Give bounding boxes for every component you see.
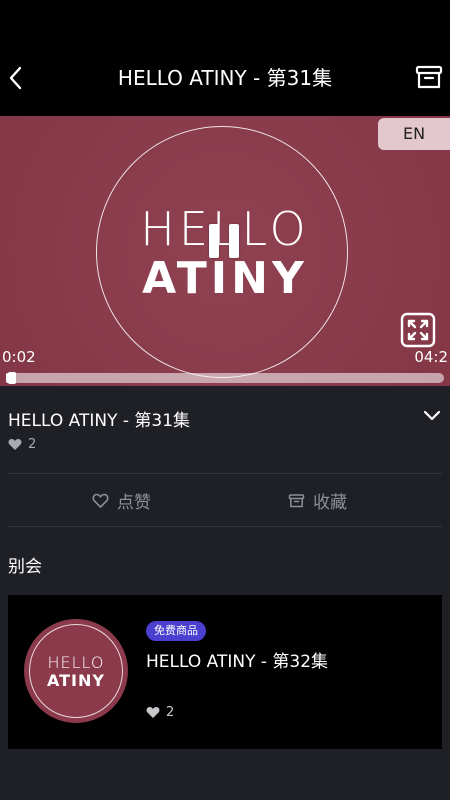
related-thumbnail: HELLO ATINY bbox=[24, 619, 128, 723]
related-episode-card[interactable]: HELLO ATINY 免费商品 HELLO ATINY - 第32集 2 bbox=[8, 595, 442, 749]
pause-icon[interactable] bbox=[209, 224, 241, 258]
like-button[interactable]: 点赞 bbox=[92, 486, 151, 514]
status-bar bbox=[0, 0, 450, 40]
related-title: HELLO ATINY - 第32集 bbox=[146, 652, 329, 672]
divider bbox=[8, 526, 442, 527]
top-bar: HELLO ATINY - 第31集 bbox=[0, 40, 450, 116]
collect-button[interactable]: 收藏 bbox=[288, 486, 347, 514]
episode-likes-count: 2 bbox=[28, 437, 37, 452]
video-player[interactable]: EN HELLO ATINY 0:02 04:2 bbox=[0, 116, 450, 386]
progress-thumb[interactable] bbox=[8, 372, 17, 384]
episode-likes: 2 bbox=[8, 437, 36, 452]
heart-outline-icon bbox=[92, 493, 109, 508]
video-logo-atiny: ATINY bbox=[142, 253, 308, 304]
collect-button-label: 收藏 bbox=[313, 492, 347, 513]
archive-icon[interactable] bbox=[414, 62, 444, 92]
thumbnail-atiny: ATINY bbox=[47, 671, 105, 690]
free-badge: 免费商品 bbox=[146, 621, 206, 641]
like-button-label: 点赞 bbox=[117, 492, 151, 513]
back-icon[interactable] bbox=[4, 60, 28, 96]
page-title: HELLO ATINY - 第31集 bbox=[117, 66, 333, 90]
progress-bar[interactable] bbox=[6, 372, 444, 384]
related-likes: 2 bbox=[146, 705, 174, 720]
related-likes-count: 2 bbox=[166, 705, 175, 720]
thumbnail-hello: HELLO bbox=[47, 653, 105, 672]
fullscreen-icon[interactable] bbox=[400, 312, 436, 348]
episode-title: HELLO ATINY - 第31集 bbox=[8, 411, 191, 431]
time-total: 04:2 bbox=[414, 348, 448, 366]
box-icon bbox=[288, 493, 305, 507]
chevron-down-icon[interactable] bbox=[422, 406, 442, 426]
time-current: 0:02 bbox=[2, 348, 36, 366]
language-badge[interactable]: EN bbox=[378, 118, 450, 150]
divider bbox=[8, 473, 442, 474]
heart-icon bbox=[146, 707, 160, 718]
heart-icon bbox=[8, 439, 22, 450]
section-title: 别会 bbox=[8, 557, 42, 577]
